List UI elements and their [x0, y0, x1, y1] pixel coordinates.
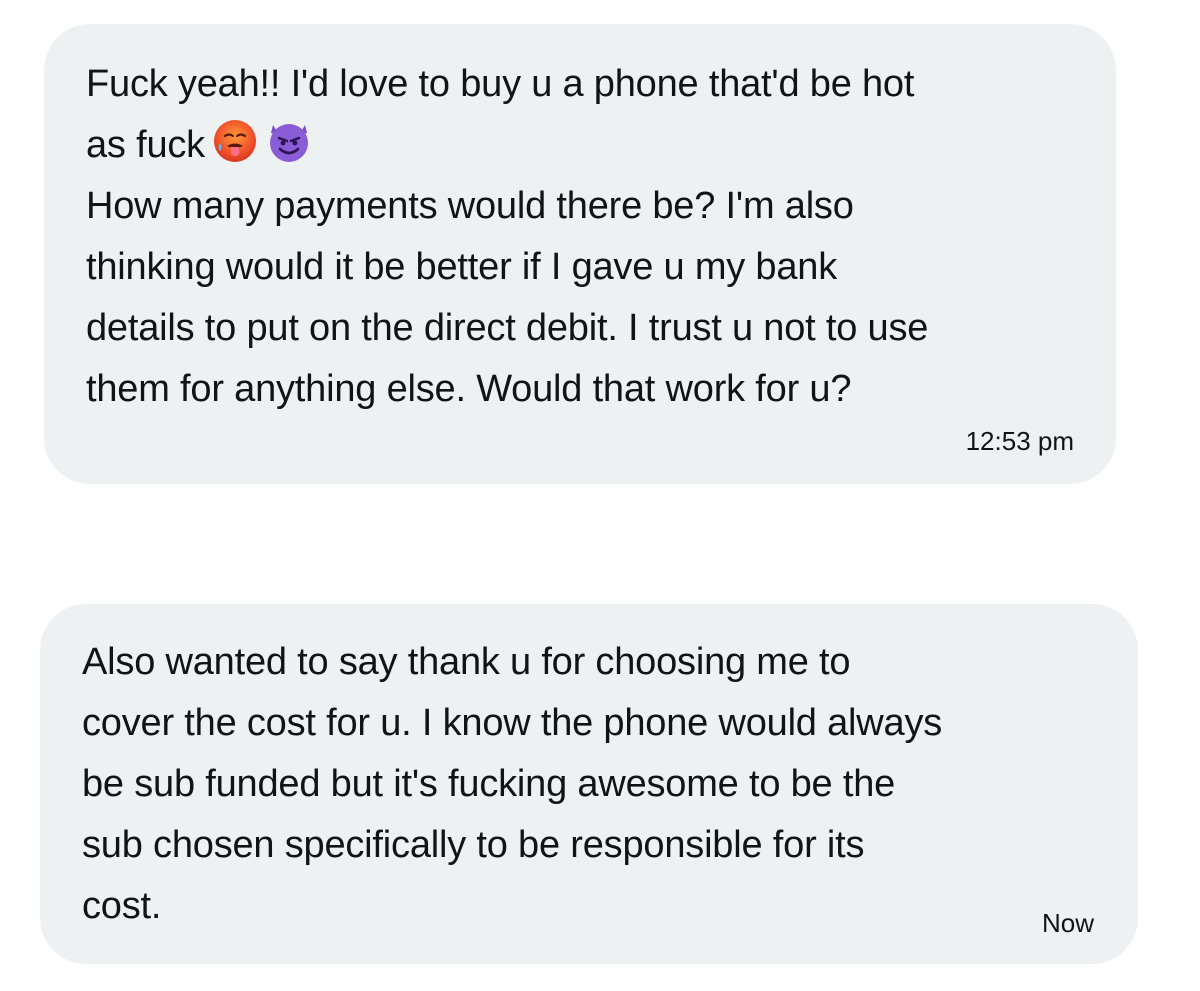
- hot-face-emoji-icon: [211, 117, 259, 165]
- message-bubble[interactable]: Also wanted to say thank u for choosing …: [40, 604, 1138, 964]
- message-text: Fuck yeah!! I'd love to buy u a phone th…: [86, 54, 1076, 420]
- message-line: cost.: [82, 885, 162, 927]
- message-text: Also wanted to say thank u for choosing …: [82, 632, 1098, 937]
- message-line: cover the cost for u. I know the phone w…: [82, 702, 943, 744]
- message-line: Also wanted to say thank u for choosing …: [82, 641, 851, 683]
- message-line: as fuck: [86, 124, 205, 166]
- message-timestamp: 12:53 pm: [965, 426, 1074, 456]
- message-line: details to put on the direct debit. I tr…: [86, 307, 929, 349]
- message-line: Fuck yeah!! I'd love to buy u a phone th…: [86, 63, 915, 105]
- message-line: be sub funded but it's fucking awesome t…: [82, 763, 896, 805]
- smiling-devil-emoji-icon: [265, 117, 313, 165]
- message-line: them for anything else. Would that work …: [86, 368, 852, 410]
- message-line-with-emojis: as fuck: [86, 115, 1076, 176]
- message-line: sub chosen specifically to be responsibl…: [82, 824, 865, 866]
- message-bubble[interactable]: Fuck yeah!! I'd love to buy u a phone th…: [44, 24, 1116, 484]
- message-line: How many payments would there be? I'm al…: [86, 185, 854, 227]
- message-line: thinking would it be better if I gave u …: [86, 246, 838, 288]
- message-timestamp: Now: [1041, 908, 1094, 938]
